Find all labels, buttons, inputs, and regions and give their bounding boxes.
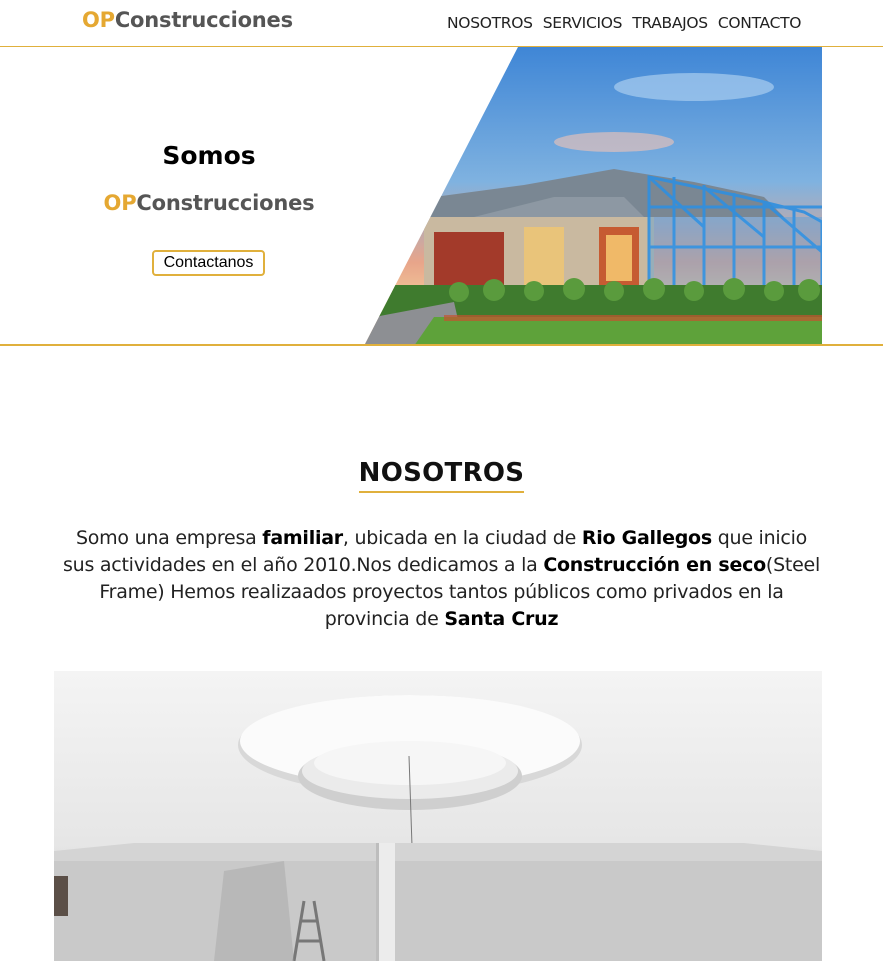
hero-brand-accent: OP xyxy=(103,191,137,215)
hero-brand-text: Construcciones xyxy=(136,191,315,215)
about-text-segment: , ubicada en la ciudad de xyxy=(342,527,582,549)
hero-brand: OPConstrucciones xyxy=(60,191,358,215)
ceiling-drywall-image xyxy=(54,671,822,961)
about-text-segment: Somo una empresa xyxy=(75,527,263,549)
about-highlight: Santa Cruz xyxy=(444,608,559,630)
nav-link-servicios[interactable]: SERVICIOS xyxy=(543,14,623,32)
house-steel-frame-image xyxy=(364,47,822,344)
contact-button[interactable]: Contactanos xyxy=(152,250,265,276)
about-highlight: Rio Gallegos xyxy=(581,527,712,549)
hero-title: Somos xyxy=(162,141,256,170)
logo-text: Construcciones xyxy=(114,8,293,32)
hero-text-block: Somos OPConstrucciones Contactanos xyxy=(60,47,358,344)
about-paragraph: Somo una empresa familiar, ubicada en la… xyxy=(60,525,823,633)
about-highlight: Construcción en seco xyxy=(543,554,766,576)
logo-accent: OP xyxy=(82,8,115,32)
nav-link-trabajos[interactable]: TRABAJOS xyxy=(632,14,708,32)
about-title: NOSOTROS xyxy=(358,458,525,493)
nav-link-contacto[interactable]: CONTACTO xyxy=(718,14,802,32)
hero-section: Somos OPConstrucciones Contactanos xyxy=(0,47,883,346)
main-nav: NOSOTROS SERVICIOS TRABAJOS CONTACTO xyxy=(447,14,801,32)
site-header: OPConstrucciones NOSOTROS SERVICIOS TRAB… xyxy=(0,0,883,47)
nav-link-nosotros[interactable]: NOSOTROS xyxy=(447,14,533,32)
about-heading: NOSOTROS xyxy=(0,458,883,493)
about-highlight: familiar xyxy=(262,527,343,549)
site-logo[interactable]: OPConstrucciones xyxy=(82,8,293,32)
